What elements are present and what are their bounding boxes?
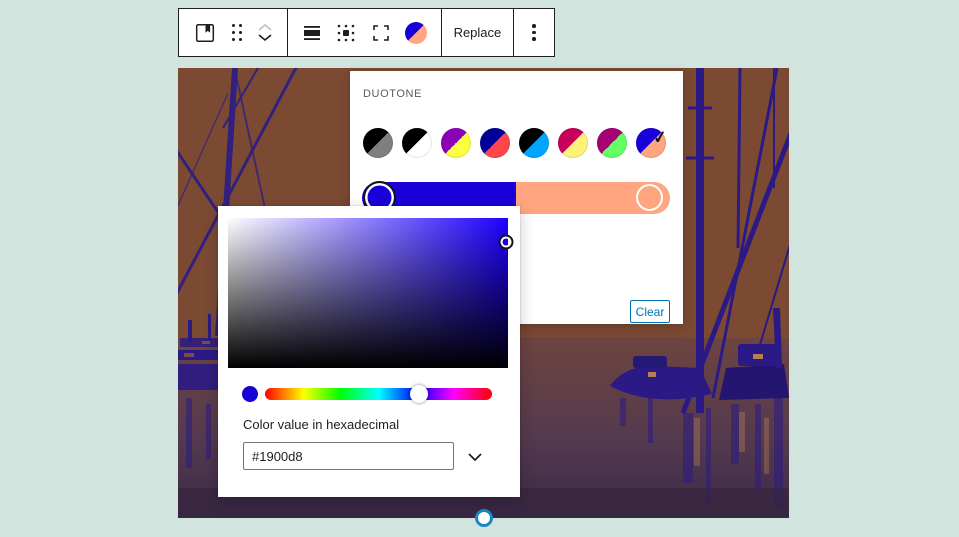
gradient-control-point-highlight[interactable] (636, 184, 663, 211)
options-menu-icon (532, 24, 536, 41)
align-button[interactable] (302, 9, 322, 56)
replace-button[interactable]: Replace (442, 9, 514, 56)
duotone-preset-purple-and-green[interactable] (597, 128, 627, 158)
options-menu-button[interactable] (532, 9, 536, 56)
duotone-preset-blue-and-red[interactable] (480, 128, 510, 158)
content-position-button[interactable] (336, 9, 356, 56)
duotone-filter-button[interactable] (405, 9, 427, 56)
saturation-area[interactable] (228, 218, 508, 368)
duotone-preset-magenta-and-yellow[interactable] (558, 128, 588, 158)
expand-button[interactable] (371, 9, 391, 56)
image-block-type-button[interactable] (193, 9, 217, 56)
drag-handle[interactable] (232, 9, 243, 56)
hue-slider[interactable] (265, 388, 492, 400)
selected-check-icon: ✓ (652, 128, 668, 147)
hex-label: Color value in hexadecimal (243, 417, 399, 432)
duotone-presets: ✓ (363, 128, 666, 158)
chevron-down-icon (466, 452, 484, 462)
align-icon (302, 23, 322, 43)
duotone-title: DUOTONE (363, 88, 422, 100)
drag-handle-icon (232, 24, 243, 42)
color-picker-popover: Color value in hexadecimal (218, 206, 520, 497)
duotone-preset-dark-grayscale[interactable] (363, 128, 393, 158)
hex-input[interactable] (243, 442, 454, 470)
duotone-preset-grayscale[interactable] (402, 128, 432, 158)
move-down-icon[interactable] (257, 33, 273, 42)
duotone-preset-purple-and-yellow[interactable] (441, 128, 471, 158)
image-block-icon (193, 21, 217, 45)
duotone-preset-blue-and-orange[interactable]: ✓ (636, 128, 666, 158)
color-format-toggle[interactable] (466, 446, 492, 468)
current-color-swatch (242, 386, 258, 402)
clear-button[interactable]: Clear (630, 300, 670, 323)
image-resize-handle[interactable] (475, 509, 493, 527)
hue-handle[interactable] (410, 385, 428, 403)
duotone-preset-midnight[interactable] (519, 128, 549, 158)
block-toolbar: Replace (178, 8, 555, 57)
duotone-filter-icon (405, 22, 427, 44)
saturation-handle[interactable] (499, 235, 514, 250)
block-mover[interactable] (257, 9, 273, 56)
move-up-icon[interactable] (257, 23, 273, 32)
expand-icon (371, 23, 391, 43)
content-position-icon (336, 23, 356, 43)
editor-canvas: Replace DUOTONE ✓ Clear Color value in h… (0, 0, 959, 537)
